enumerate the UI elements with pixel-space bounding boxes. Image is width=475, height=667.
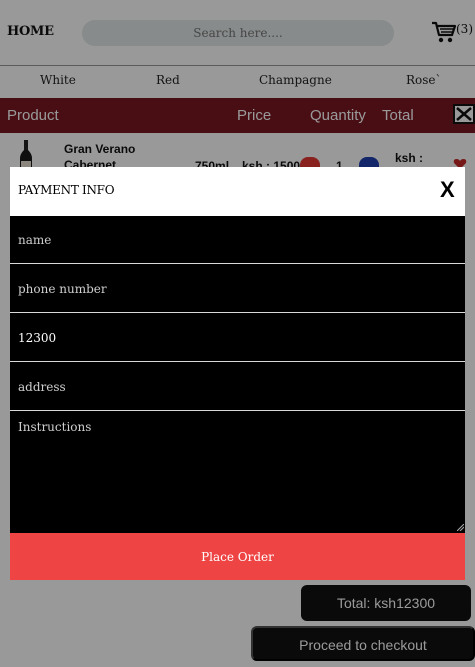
payment-modal: PAYMENT INFO X Place Order [10, 167, 465, 580]
place-order-button[interactable]: Place Order [10, 533, 465, 580]
name-field[interactable] [10, 216, 465, 264]
instructions-field[interactable] [10, 412, 465, 532]
modal-title: PAYMENT INFO [18, 183, 115, 197]
resize-grip-icon[interactable] [457, 524, 464, 531]
modal-close-button[interactable]: X [440, 177, 455, 203]
amount-field[interactable] [10, 314, 465, 362]
phone-number-field[interactable] [10, 265, 465, 313]
address-field[interactable] [10, 363, 465, 411]
modal-header: PAYMENT INFO X [10, 167, 465, 216]
